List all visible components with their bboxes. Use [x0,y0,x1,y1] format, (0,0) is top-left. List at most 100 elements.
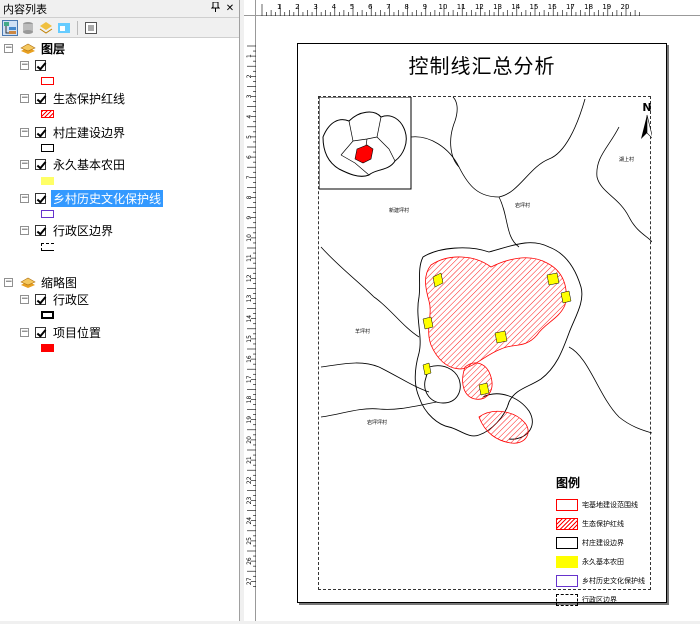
collapse-icon[interactable]: − [20,327,29,337]
layer-label[interactable]: 生态保护红线 [51,90,127,107]
ruler-label: 12 [475,3,484,11]
legend-item: 村庄建设边界 [556,533,686,552]
horizontal-ruler[interactable]: 1 2 3 4 5 6 7 8 9 10 11 12 13 14 15 16 17 18 19 20 [256,0,700,16]
place-label: 岩坪村 [515,202,530,209]
north-arrow-icon[interactable]: N [641,101,654,140]
group-row-overview[interactable]: − 缩略图 [4,274,77,290]
layer-symbol[interactable] [41,177,54,185]
place-label: 羊坪村 [355,328,370,335]
horizontal-ruler-ticks: 1 2 3 4 5 6 7 8 9 10 11 12 13 14 15 16 17 18 19 20 [261,3,640,16]
layer-visibility-checkbox[interactable] [35,59,46,71]
layer-row-4[interactable]: − 乡村历史文化保护线 [20,189,164,207]
layer-label[interactable]: 项目位置 [51,324,103,341]
map-legend[interactable]: 图例 宅基地建设范围线 生态保护红线 村庄建设边界 永久基本农田 乡村历史文化保… [556,474,686,609]
legend-symbol [556,498,578,511]
layer-visibility-checkbox[interactable] [35,92,46,104]
legend-item: 行政区边界 [556,590,686,609]
layer-label[interactable]: 行政区边界 [51,222,115,239]
layer-symbol[interactable] [41,311,54,319]
ruler-label: 3 [313,3,317,11]
ruler-label: 12 [246,274,253,282]
layer-visibility-checkbox[interactable] [35,326,46,338]
layer-visibility-checkbox[interactable] [35,192,46,204]
group-row-layers[interactable]: − 图层 [4,40,65,56]
ruler-label: 2 [295,3,299,11]
collapse-icon[interactable]: − [20,193,29,203]
layer-visibility-checkbox[interactable] [35,293,46,305]
collapse-icon[interactable]: − [20,93,29,103]
ruler-label: 4 [246,115,253,119]
ruler-label: 26 [246,557,253,565]
ruler-label: 27 [246,577,253,585]
layer-symbol[interactable] [41,144,54,152]
layer-row-3[interactable]: − 永久基本农田 [20,156,127,172]
layer-row-2[interactable]: − 村庄建设边界 [20,124,127,140]
ruler-label: 10 [246,234,253,242]
collapse-icon[interactable]: − [20,294,29,304]
ruler-label: 13 [493,3,502,11]
ruler-label: 11 [246,254,253,262]
ruler-label: 13 [246,295,253,303]
layer-symbol[interactable] [41,344,54,352]
layer-label-selected[interactable]: 乡村历史文化保护线 [51,189,164,207]
vertical-ruler[interactable]: 1 2 3 4 5 6 7 8 9 10 11 12 13 14 15 16 17 18 19 20 21 22 23 24 2… [244,16,256,621]
list-by-drawing-order-icon[interactable] [2,19,18,36]
legend-text: 生态保护红线 [582,519,624,528]
close-icon[interactable]: ✕ [224,3,236,14]
overview-inset[interactable] [318,96,412,190]
list-by-source-icon[interactable] [20,20,36,36]
ruler-label: 19 [246,416,253,424]
ruler-label: 6 [246,155,253,159]
collapse-icon[interactable]: − [20,60,29,70]
collapse-icon[interactable]: − [20,127,29,137]
ruler-label: 17 [246,375,253,383]
ruler-label: 18 [246,396,253,404]
ruler-label: 24 [246,517,253,525]
layer-label[interactable]: 永久基本农田 [51,156,127,173]
layer-label[interactable]: 行政区 [51,291,91,308]
layer-row-0[interactable]: − [20,57,55,73]
legend-symbol [556,574,578,587]
layout-page[interactable]: 控制线汇总分析 新建坪村 岩坪村 湖上村 羊坪村 岩坪坪村 N 图例 宅基地建设… [297,43,667,606]
ruler-label: 6 [368,3,373,11]
layout-view[interactable]: 1 2 3 4 5 6 7 8 9 10 11 12 13 14 15 16 17 18 19 20 12345678… [244,0,700,621]
vertical-ruler-ticks: 1234567891011121314151617181920212223242… [246,45,256,587]
layer-visibility-checkbox[interactable] [35,158,46,170]
layout-canvas[interactable]: 控制线汇总分析 新建坪村 岩坪村 湖上村 羊坪村 岩坪坪村 N 图例 宅基地建设… [257,17,700,621]
layer-row-5[interactable]: − 行政区边界 [20,222,115,238]
ruler-label: 25 [246,537,253,545]
layer-row-6[interactable]: − 行政区 [20,291,91,307]
options-icon[interactable] [83,20,99,36]
place-label: 湖上村 [619,156,634,163]
svg-text:N: N [642,101,651,114]
ruler-label: 4 [332,3,337,11]
layer-row-1[interactable]: − 生态保护红线 [20,90,127,106]
pin-icon[interactable] [209,1,221,15]
layer-visibility-checkbox[interactable] [35,126,46,138]
layer-symbol[interactable] [41,77,54,85]
legend-text: 行政区边界 [582,595,617,604]
map-title[interactable]: 控制线汇总分析 [298,50,666,79]
legend-title: 图例 [556,476,581,490]
layer-visibility-checkbox[interactable] [35,224,46,236]
collapse-icon[interactable]: − [20,159,29,169]
collapse-icon[interactable]: − [20,225,29,235]
layer-symbol[interactable] [41,210,54,218]
toolbar-separator [77,20,78,35]
legend-item: 生态保护红线 [556,514,686,533]
ruler-label: 9 [246,216,253,220]
list-by-visibility-icon[interactable] [38,20,54,36]
ruler-corner [244,0,256,16]
ruler-label: 15 [530,3,539,11]
ruler-label: 17 [566,3,575,11]
collapse-icon[interactable]: − [4,43,13,53]
list-by-selection-icon[interactable] [56,20,72,36]
layer-label[interactable]: 村庄建设边界 [51,124,127,141]
layer-row-7[interactable]: − 项目位置 [20,324,103,340]
collapse-icon[interactable]: − [4,277,13,287]
group-label-layers: 图层 [41,41,66,56]
ruler-label: 18 [584,3,593,11]
legend-symbol [556,517,578,530]
layer-symbol[interactable] [41,243,54,251]
layer-symbol[interactable] [41,110,54,118]
